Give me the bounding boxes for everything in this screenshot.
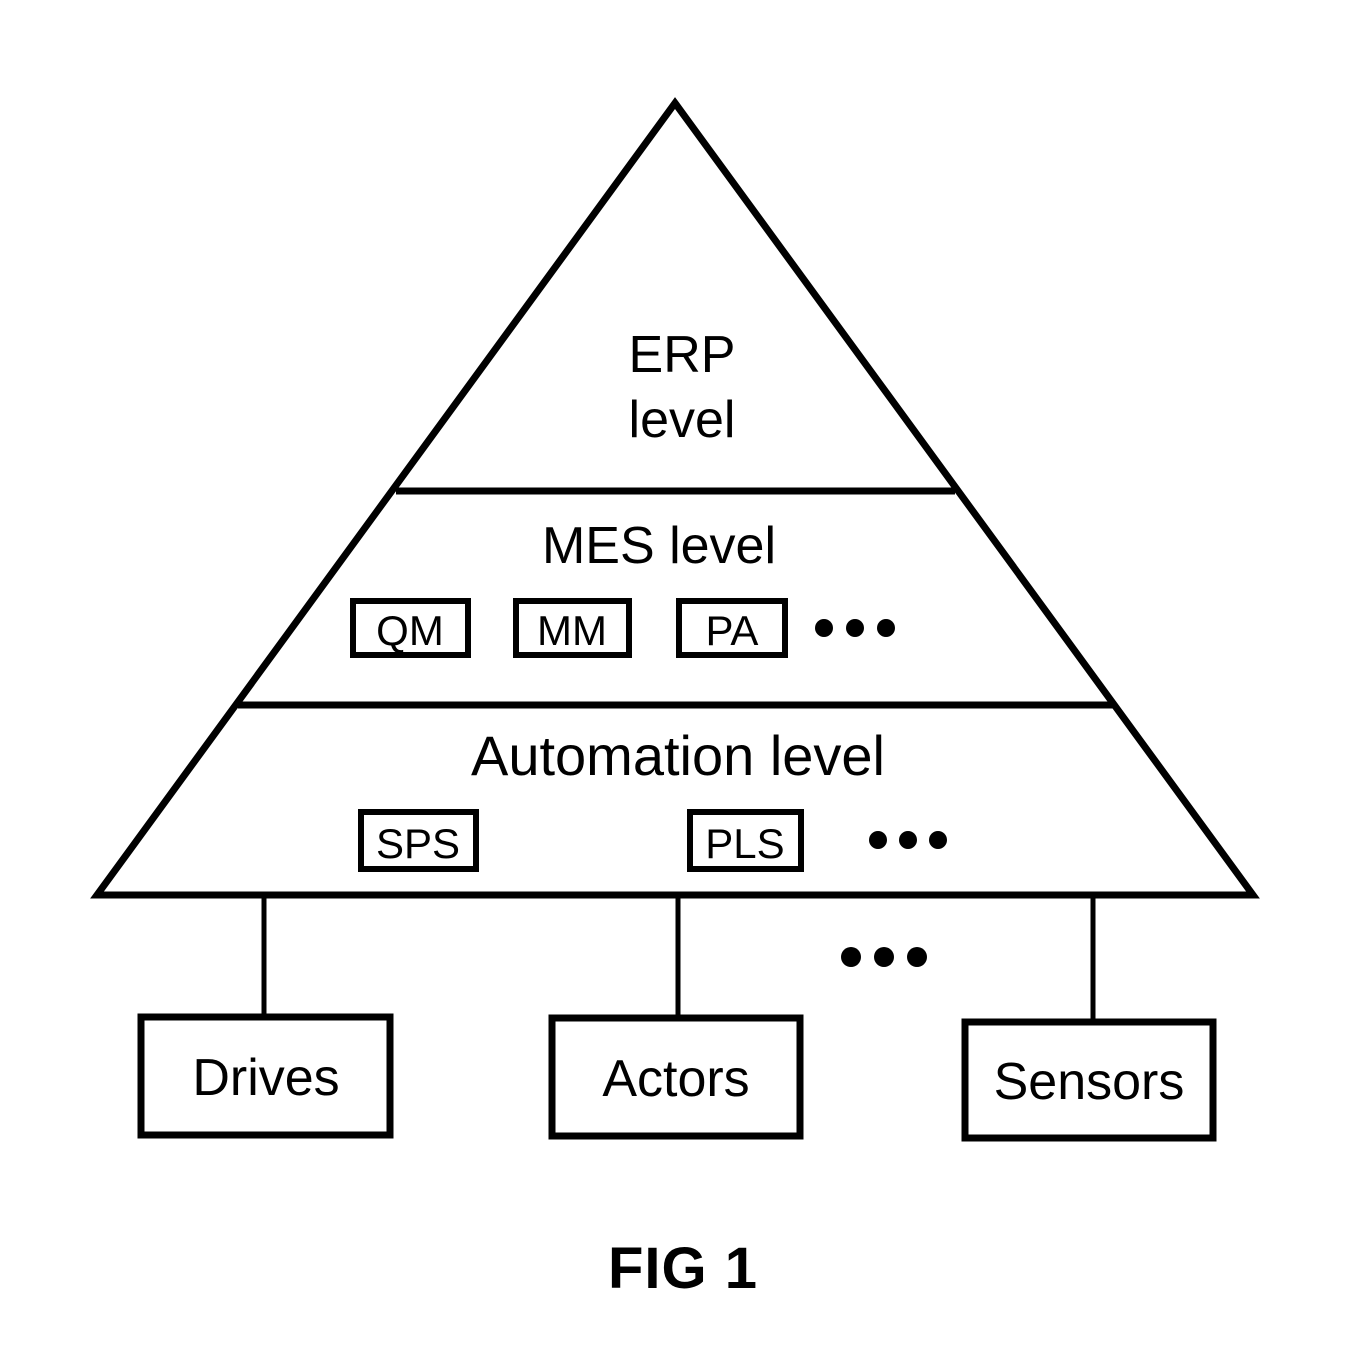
field-device-label-actors: Actors	[602, 1050, 749, 1108]
figure-1-automation-pyramid: ERP level MES level QM MM PA Automation …	[0, 0, 1363, 1363]
tier-label-erp-line-1: ERP	[629, 326, 736, 384]
tier-label-automation: Automation level	[471, 724, 885, 787]
tier-label-erp-line-2: level	[629, 391, 736, 449]
tier-label-mes: MES level	[542, 517, 776, 575]
automation-chip-label-sps: SPS	[376, 820, 460, 867]
mes-chip-label-pa: PA	[706, 607, 759, 654]
automation-ellipsis	[869, 831, 947, 849]
field-devices-ellipsis	[841, 947, 927, 967]
automation-chip-label-pls: PLS	[705, 820, 784, 867]
mes-chip-label-mm: MM	[537, 607, 607, 654]
mes-ellipsis	[815, 619, 895, 637]
figure-caption: FIG 1	[608, 1236, 758, 1301]
field-device-label-drives: Drives	[192, 1049, 339, 1107]
field-device-label-sensors: Sensors	[994, 1053, 1185, 1111]
mes-chip-label-qm: QM	[376, 607, 444, 654]
figure-canvas: ERP level MES level QM MM PA Automation …	[90, 97, 1260, 1301]
